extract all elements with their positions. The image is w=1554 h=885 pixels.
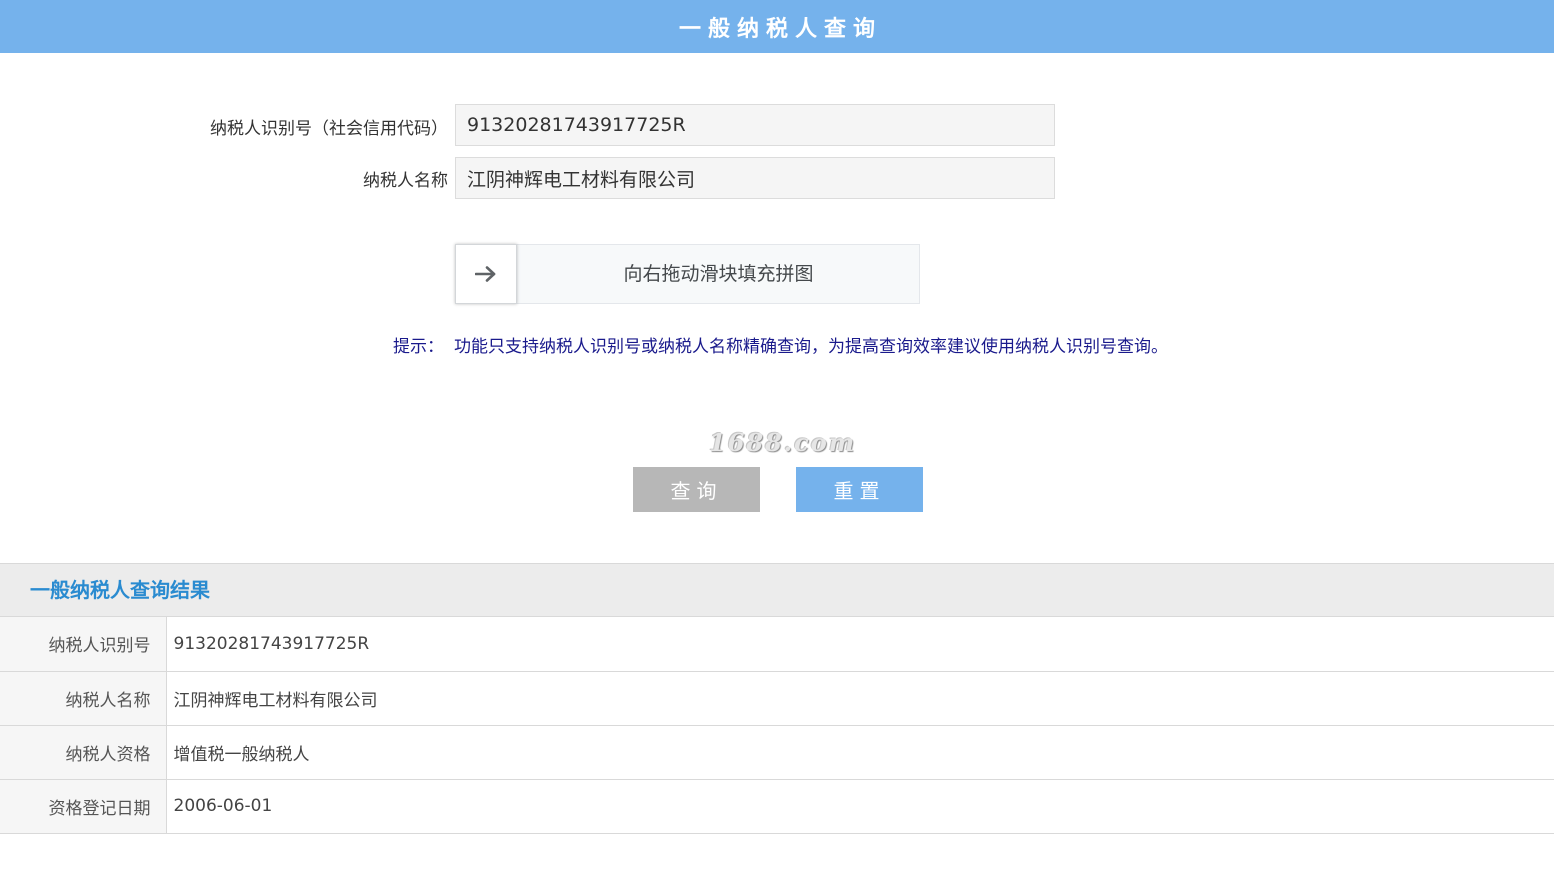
watermark: 1688.com	[709, 428, 857, 457]
result-value: 91320281743917725R	[166, 617, 1554, 672]
arrow-right-icon	[475, 266, 496, 282]
table-row: 纳税人名称 江阴神辉电工材料有限公司	[0, 671, 1554, 726]
result-value: 江阴神辉电工材料有限公司	[166, 671, 1554, 726]
result-value: 增值税一般纳税人	[166, 725, 1554, 780]
table-row: 纳税人识别号 91320281743917725R	[0, 617, 1554, 672]
page-header: 一般纳税人查询	[0, 0, 1554, 53]
result-key: 纳税人名称	[0, 671, 167, 726]
result-key: 资格登记日期	[0, 779, 167, 834]
slider-hint: 向右拖动滑块填充拼图	[623, 263, 814, 285]
taxpayer-name-label: 纳税人名称	[363, 171, 448, 191]
tip-text: 功能只支持纳税人识别号或纳税人名称精确查询，为提高查询效率建议使用纳税人识别号查…	[454, 337, 1168, 357]
query-tip: 提示： 功能只支持纳税人识别号或纳税人名称精确查询，为提高查询效率建议使用纳税人识…	[393, 332, 1168, 357]
page-title: 一般纳税人查询	[678, 16, 882, 42]
result-key: 纳税人识别号	[0, 617, 167, 672]
taxpayer-name-input[interactable]	[455, 157, 1055, 199]
slider-handle[interactable]	[455, 244, 517, 304]
query-button[interactable]: 查询	[633, 467, 760, 512]
tip-label: 提示：	[393, 337, 444, 357]
result-header: 一般纳税人查询结果	[0, 563, 1554, 617]
result-value: 2006-06-01	[166, 779, 1554, 834]
table-row: 资格登记日期 2006-06-01	[0, 779, 1554, 834]
reset-button[interactable]: 重置	[796, 467, 923, 512]
taxpayer-id-input[interactable]	[455, 104, 1055, 146]
result-key: 纳税人资格	[0, 725, 167, 780]
table-row: 纳税人资格 增值税一般纳税人	[0, 725, 1554, 780]
taxpayer-id-label: 纳税人识别号（社会信用代码）	[210, 119, 448, 139]
result-title: 一般纳税人查询结果	[30, 578, 210, 602]
result-table: 纳税人识别号 91320281743917725R 纳税人名称 江阴神辉电工材料…	[0, 617, 1554, 834]
captcha-slider[interactable]: 向右拖动滑块填充拼图	[455, 244, 920, 304]
